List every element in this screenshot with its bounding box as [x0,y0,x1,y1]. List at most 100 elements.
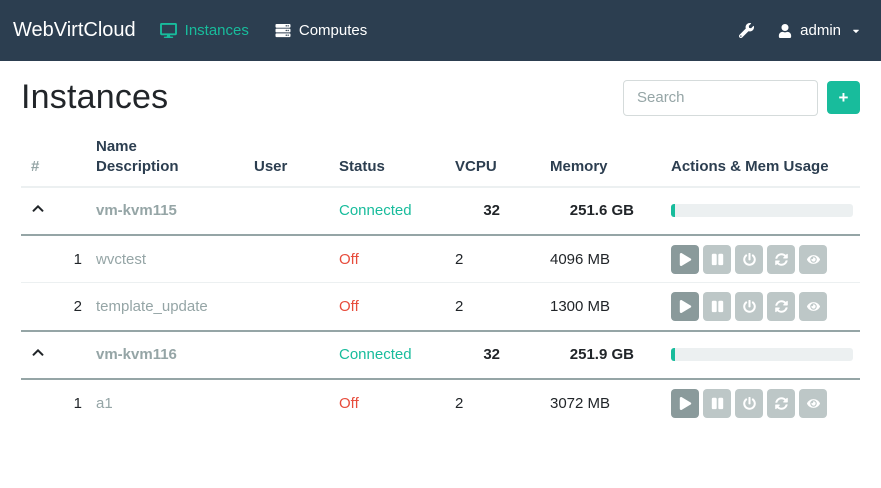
play-button[interactable] [671,245,699,274]
host-memory: 251.6 GB [550,187,671,235]
play-icon [679,253,692,266]
pause-button[interactable] [703,245,731,274]
host-row: vm-kvm115 Connected 32 251.6 GB [21,187,860,235]
instance-actions [671,389,860,418]
instance-name[interactable]: template_update [96,298,208,315]
header-memory: Memory [550,131,671,187]
refresh-icon [775,300,788,313]
play-icon [679,300,692,313]
nav-item-computes[interactable]: Computes [275,22,367,39]
table-header-row: # Name Description User Status VCPU Memo… [21,131,860,187]
header-name: Name [96,137,254,157]
refresh-button[interactable] [767,292,795,321]
instances-table: # Name Description User Status VCPU Memo… [21,131,860,427]
instance-status: Off [339,298,359,315]
power-icon [743,300,756,313]
pause-icon [711,253,724,266]
user-icon [778,24,792,38]
instance-vcpu: 2 [455,379,550,427]
power-icon [743,253,756,266]
pause-icon [711,397,724,410]
instance-name[interactable]: a1 [96,395,113,412]
eye-icon [807,397,820,410]
instance-status: Off [339,251,359,268]
nav-item-instances[interactable]: Instances [160,22,249,39]
instance-status: Off [339,395,359,412]
wrench-icon[interactable] [739,23,754,38]
header-description: Description [96,157,254,177]
instance-memory: 4096 MB [550,235,671,283]
host-user [254,331,339,379]
header-name-description: Name Description [96,131,254,187]
instance-actions [671,292,860,321]
play-button[interactable] [671,389,699,418]
add-instance-button[interactable]: + [827,81,860,114]
power-button[interactable] [735,389,763,418]
user-menu[interactable]: admin [778,22,861,39]
desktop-icon [160,23,177,38]
chevron-up-icon[interactable] [31,202,45,215]
power-button[interactable] [735,292,763,321]
play-button[interactable] [671,292,699,321]
header-status: Status [339,131,455,187]
nav-right: admin [739,22,861,39]
instance-user [254,379,339,427]
header-user: User [254,131,339,187]
pause-button[interactable] [703,292,731,321]
instance-user [254,283,339,331]
nav-item-instances-label: Instances [185,22,249,39]
refresh-button[interactable] [767,245,795,274]
nav-items: Instances Computes [160,22,368,39]
host-name: vm-kvm115 [96,202,177,219]
search-input[interactable] [623,80,818,116]
eye-icon [807,300,820,313]
caret-down-icon [851,26,861,36]
console-button[interactable] [799,245,827,274]
mem-usage-bar [671,348,853,361]
navbar: WebVirtCloud Instances Computes admin [0,0,881,61]
instance-row: 1 a1 Off 2 3072 MB [21,379,860,427]
mem-usage-bar [671,204,853,217]
header-actions: Actions & Mem Usage [671,131,860,187]
plus-icon: + [839,89,849,106]
play-icon [679,397,692,410]
instance-index: 1 [21,235,96,283]
instances-table-container: # Name Description User Status VCPU Memo… [0,131,881,427]
host-row: vm-kvm116 Connected 32 251.9 GB [21,331,860,379]
chevron-up-icon[interactable] [31,346,45,359]
instance-name[interactable]: wvctest [96,251,146,268]
brand[interactable]: WebVirtCloud [13,19,136,42]
page-head: Instances + [0,61,881,117]
eye-icon [807,253,820,266]
host-user [254,187,339,235]
instance-index: 1 [21,379,96,427]
console-button[interactable] [799,389,827,418]
mem-usage-fill [671,204,675,217]
host-name: vm-kvm116 [96,346,177,363]
instance-vcpu: 2 [455,235,550,283]
power-button[interactable] [735,245,763,274]
host-memory: 251.9 GB [550,331,671,379]
header-index: # [21,131,96,187]
instances-table-body: vm-kvm115 Connected 32 251.6 GB 1 wvctes… [21,187,860,427]
instance-row: 1 wvctest Off 2 4096 MB [21,235,860,283]
instance-actions [671,245,860,274]
host-status: Connected [339,346,412,363]
nav-item-computes-label: Computes [299,22,367,39]
pause-button[interactable] [703,389,731,418]
instance-memory: 1300 MB [550,283,671,331]
pause-icon [711,300,724,313]
user-menu-label: admin [800,22,841,39]
header-vcpu: VCPU [455,131,550,187]
refresh-icon [775,397,788,410]
refresh-button[interactable] [767,389,795,418]
mem-usage-fill [671,348,675,361]
console-button[interactable] [799,292,827,321]
instance-index: 2 [21,283,96,331]
instance-vcpu: 2 [455,283,550,331]
page-title: Instances [21,78,168,117]
refresh-icon [775,253,788,266]
host-vcpu: 32 [455,187,550,235]
instance-user [254,235,339,283]
instance-memory: 3072 MB [550,379,671,427]
